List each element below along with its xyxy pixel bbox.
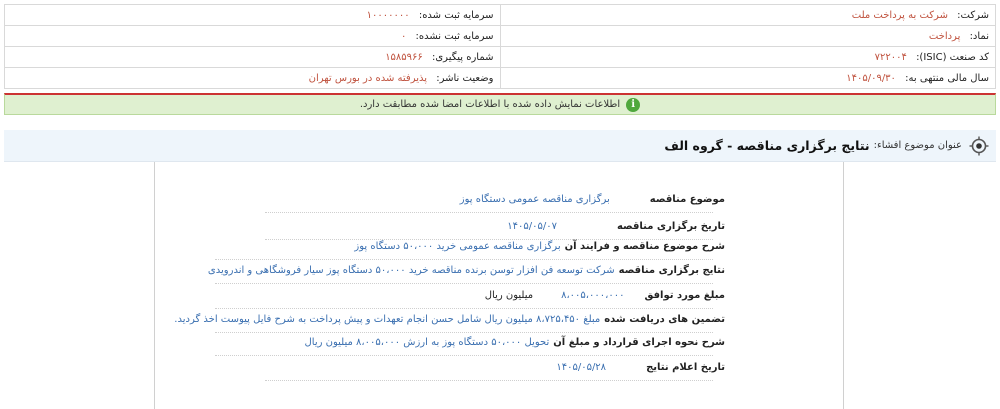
detail-label: شرح موضوع مناقصه و فرایند آن — [564, 240, 725, 252]
detail-row-contract-execution: شرح نحوه اجرای قرارداد و مبلغ آن تحویل ۵… — [195, 330, 725, 354]
tracking-label: شماره پیگیری: — [431, 51, 494, 63]
company-value: شرکت به پرداخت ملت — [851, 9, 948, 21]
unregistered-capital-label: سرمایه ثبت نشده: — [415, 30, 494, 42]
registered-capital-cell: سرمایه ثبت شده: ۱۰۰۰۰۰۰۰ — [4, 4, 501, 26]
row-divider — [265, 380, 713, 381]
publisher-status-cell: وضعیت ناشر: پذیرفته شده در بورس تهران — [4, 67, 501, 89]
detail-label: نتایج برگزاری مناقصه — [618, 264, 725, 276]
detail-label: موضوع مناقصه — [649, 193, 725, 205]
subject-header: عنوان موضوع افشاء: نتایج برگزاری مناقصه … — [4, 130, 996, 162]
notice-text: اطلاعات نمایش داده شده با اطلاعات امضا ش… — [359, 99, 621, 110]
isic-value: ۷۲۲۰۰۴ — [874, 51, 907, 63]
detail-value: ۸،۰۰۵،۰۰۰،۰۰۰ — [561, 289, 625, 301]
detail-value: تحویل ۵۰،۰۰۰ دستگاه پوز به ارزش ۸،۰۰۵،۰۰… — [304, 336, 550, 348]
detail-value: شرکت توسعه فن افزار توسن برنده مناقصه خر… — [207, 264, 615, 276]
row-divider — [265, 212, 713, 213]
detail-label: مبلغ مورد توافق — [644, 289, 725, 301]
unregistered-capital-value: ۰ — [400, 30, 407, 42]
symbol-value: پرداخت — [928, 30, 961, 42]
tracking-value: ۱۵۸۵۹۶۶ — [385, 51, 423, 63]
detail-label: تضمین های دریافت شده — [604, 313, 725, 325]
company-label: شرکت: — [957, 9, 989, 21]
subject-title: نتایج برگزاری مناقصه - گروه الف — [664, 138, 870, 153]
info-row: نماد: پرداخت سرمایه ثبت نشده: ۰ — [4, 25, 996, 47]
target-icon — [968, 135, 990, 157]
info-row: سال مالی منتهی به: ۱۴۰۵/۰۹/۳۰ وضعیت ناشر… — [4, 67, 996, 89]
company-info-table: شرکت: شرکت به پرداخت ملت سرمایه ثبت شده:… — [4, 4, 996, 89]
company-cell: شرکت: شرکت به پرداخت ملت — [499, 4, 996, 26]
detail-label: شرح نحوه اجرای قرارداد و مبلغ آن — [553, 336, 725, 348]
fiscal-year-cell: سال مالی منتهی به: ۱۴۰۵/۰۹/۳۰ — [499, 67, 996, 89]
detail-value: مبلغ ۸،۷۲۵،۴۵۰ میلیون ریال شامل حسن انجا… — [174, 313, 601, 325]
publisher-status-label: وضعیت ناشر: — [436, 72, 494, 84]
detail-row-tender-subject: موضوع مناقصه برگزاری مناقصه عمومی دستگاه… — [195, 187, 725, 211]
detail-row-guarantees: تضمین های دریافت شده مبلغ ۸،۷۲۵،۴۵۰ میلی… — [174, 307, 725, 331]
subject-label: عنوان موضوع افشاء: — [873, 140, 962, 151]
publisher-status-value: پذیرفته شده در بورس تهران — [308, 72, 428, 84]
tender-details-panel: موضوع مناقصه برگزاری مناقصه عمومی دستگاه… — [154, 162, 844, 409]
detail-unit: میلیون ریال — [484, 289, 534, 301]
info-icon: i — [626, 97, 641, 112]
detail-value: برگزاری مناقصه عمومی خرید ۵۰،۰۰۰ دستگاه … — [354, 240, 561, 252]
detail-row-tender-description: شرح موضوع مناقصه و فرایند آن برگزاری منا… — [195, 234, 725, 258]
detail-row-tender-results: نتایج برگزاری مناقصه شرکت توسعه فن افزار… — [195, 258, 725, 282]
unregistered-capital-cell: سرمایه ثبت نشده: ۰ — [4, 25, 501, 47]
detail-row-results-date: تاریخ اعلام نتایج ۱۴۰۵/۰۵/۲۸ — [195, 355, 725, 379]
detail-value: برگزاری مناقصه عمومی دستگاه پوز — [459, 193, 610, 205]
detail-value: ۱۴۰۵/۰۵/۰۷ — [507, 220, 557, 232]
symbol-label: نماد: — [969, 30, 989, 42]
verification-notice: i اطلاعات نمایش داده شده با اطلاعات امضا… — [4, 93, 996, 115]
isic-cell: کد صنعت (ISIC): ۷۲۲۰۰۴ — [499, 46, 996, 68]
detail-value: ۱۴۰۵/۰۵/۲۸ — [556, 361, 607, 373]
detail-row-agreed-amount: مبلغ مورد توافق ۸،۰۰۵،۰۰۰،۰۰۰ میلیون ریا… — [195, 283, 725, 307]
detail-label: تاریخ اعلام نتایج — [646, 361, 725, 373]
fiscal-year-value: ۱۴۰۵/۰۹/۳۰ — [846, 72, 896, 84]
isic-label: کد صنعت (ISIC): — [916, 51, 989, 63]
tracking-cell: شماره پیگیری: ۱۵۸۵۹۶۶ — [4, 46, 501, 68]
info-row: شرکت: شرکت به پرداخت ملت سرمایه ثبت شده:… — [4, 4, 996, 26]
fiscal-year-label: سال مالی منتهی به: — [905, 72, 989, 84]
symbol-cell: نماد: پرداخت — [499, 25, 996, 47]
info-row: کد صنعت (ISIC): ۷۲۲۰۰۴ شماره پیگیری: ۱۵۸… — [4, 46, 996, 68]
registered-capital-value: ۱۰۰۰۰۰۰۰ — [366, 9, 410, 21]
detail-label: تاریخ برگزاری مناقصه — [616, 220, 725, 232]
registered-capital-label: سرمایه ثبت شده: — [418, 9, 494, 21]
